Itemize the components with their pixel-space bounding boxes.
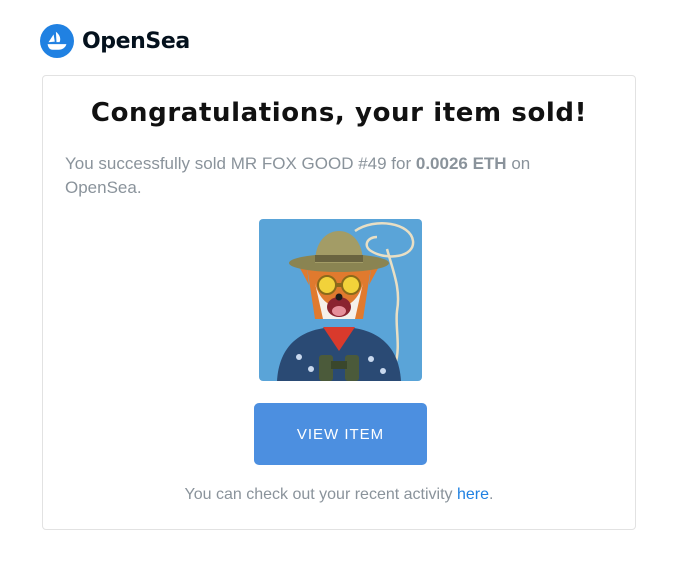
view-item-button[interactable]: VIEW ITEM [254, 403, 427, 465]
recent-activity-link[interactable]: here [457, 486, 489, 503]
footer-prefix: You can check out your recent activity [184, 486, 457, 503]
message-for: for [386, 154, 416, 173]
sale-message: You successfully sold MR FOX GOOD #49 fo… [65, 152, 585, 200]
sale-price: 0.0026 ETH [415, 154, 507, 173]
brand-header: OpenSea [40, 24, 190, 58]
message-prefix: You successfully sold [65, 154, 231, 173]
sale-notification-card: Congratulations, your item sold! You suc… [42, 75, 636, 530]
brand-name: OpenSea [82, 28, 190, 54]
footer-suffix: . [489, 486, 494, 503]
nft-fox-image[interactable] [259, 219, 422, 381]
opensea-logo-icon [40, 24, 74, 58]
footer-note: You can check out your recent activity h… [43, 486, 635, 504]
item-name: MR FOX GOOD #49 [230, 154, 387, 173]
headline: Congratulations, your item sold! [90, 98, 588, 128]
